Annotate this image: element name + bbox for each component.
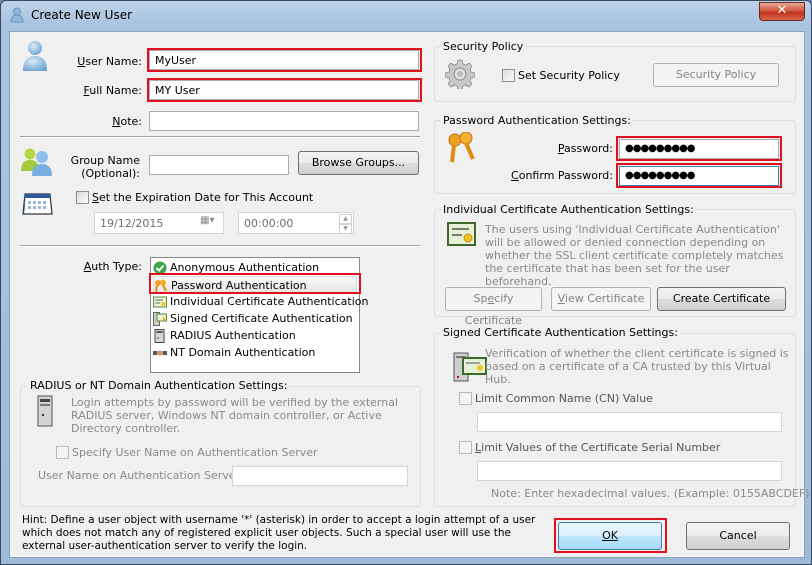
- password-label: Password:: [557, 142, 613, 155]
- cancel-button[interactable]: Cancel: [686, 522, 790, 550]
- ok-highlight: [554, 518, 667, 553]
- group-icon: [21, 148, 52, 176]
- limit-cn-label: Limit Common Name (CN) Value: [475, 392, 653, 405]
- signed-cert-title: Signed Certificate Authentication Settin…: [441, 326, 680, 339]
- set-security-policy-checkbox[interactable]: [502, 69, 515, 82]
- limit-serial-input[interactable]: [477, 461, 782, 481]
- password-auth-highlight: [149, 273, 361, 294]
- keys-icon: [448, 132, 475, 163]
- server-user-name-input[interactable]: [232, 466, 408, 486]
- close-icon: ✕: [776, 3, 788, 18]
- auth-item-signed-cert[interactable]: Signed Certificate Authentication: [153, 310, 357, 327]
- spin-up-icon[interactable]: ▲: [339, 214, 352, 224]
- password-highlight: [616, 136, 782, 161]
- radius-settings-title: RADIUS or NT Domain Authentication Setti…: [28, 379, 290, 392]
- auth-item-radius[interactable]: RADIUS Authentication: [153, 327, 357, 344]
- user-name-label: UUser Name:ser Name:: [77, 55, 142, 68]
- server-certificate-icon: [153, 312, 167, 326]
- time-spinner[interactable]: ▲ ▼: [339, 214, 352, 234]
- create-certificate-button[interactable]: Create Certificate: [657, 287, 786, 311]
- confirm-password-label: Confirm Password:: [511, 169, 613, 182]
- expiration-checkbox[interactable]: [76, 191, 89, 204]
- group-name-input[interactable]: [149, 155, 289, 175]
- user-avatar-icon: [23, 41, 47, 71]
- server-user-name-label: User Name on Authentication Server:: [38, 469, 244, 482]
- user-name-highlight: [147, 48, 422, 72]
- title-bar[interactable]: Create New User ✕: [1, 1, 811, 29]
- signed-cert-description: Verification of whether the client certi…: [485, 347, 789, 386]
- calendar-icon: [22, 193, 53, 215]
- individual-cert-description: The users using 'Individual Certificate …: [485, 223, 784, 288]
- spin-down-icon[interactable]: ▼: [339, 224, 352, 234]
- server-certificate-icon: [453, 352, 487, 382]
- separator: [20, 245, 420, 247]
- auth-item-label: RADIUS Authentication: [170, 329, 296, 342]
- limit-serial-label: Limit Values of the Certificate Serial N…: [475, 441, 721, 454]
- password-settings-title: Password Authentication Settings:: [441, 114, 633, 127]
- specify-user-name-checkbox[interactable]: [56, 446, 69, 459]
- individual-cert-title: Individual Certificate Authentication Se…: [441, 203, 696, 216]
- window-title: Create New User: [31, 8, 133, 22]
- handshake-icon: [153, 350, 167, 356]
- certificate-icon: [153, 296, 167, 308]
- specify-certificate-button[interactable]: Specify Certificate: [445, 287, 542, 327]
- group-name-label-line1: Group Name: [70, 154, 140, 167]
- hint-text: Hint: Define a user object with username…: [22, 514, 536, 552]
- specify-user-name-label: Specify User Name on Authentication Serv…: [72, 446, 318, 459]
- security-policy-title: Security Policy: [441, 40, 526, 53]
- full-name-label: Full Name:: [83, 84, 142, 97]
- server-icon: [154, 329, 165, 343]
- server-icon: [37, 395, 53, 427]
- limit-cn-checkbox[interactable]: [459, 392, 472, 405]
- auth-item-label: NT Domain Authentication: [170, 346, 316, 359]
- view-certificate-button[interactable]: View Certificate: [551, 287, 651, 311]
- set-security-policy-label: Set Security Policy: [518, 69, 620, 82]
- close-button[interactable]: ✕: [759, 2, 805, 21]
- dialog-window: Create New User ✕ UUser Name:ser Name: M…: [0, 0, 812, 565]
- confirm-password-highlight: [616, 163, 782, 188]
- note-input[interactable]: [149, 111, 419, 131]
- auth-type-label: Auth Type:: [83, 260, 142, 273]
- full-name-highlight: [147, 78, 422, 102]
- gear-icon: [445, 59, 475, 89]
- radius-description: Login attempts by password will be verif…: [71, 396, 398, 435]
- dialog-client: UUser Name:ser Name: MyUser Full Name: M…: [9, 31, 810, 558]
- separator: [20, 136, 420, 138]
- auth-item-nt-domain[interactable]: NT Domain Authentication: [153, 344, 357, 361]
- expiration-checkbox-label: Set the Expiration Date for This Account: [92, 191, 314, 204]
- limit-cn-input[interactable]: [477, 412, 782, 432]
- auth-item-label: Signed Certificate Authentication: [170, 312, 353, 325]
- auth-item-individual-cert[interactable]: Individual Certificate Authentication: [153, 293, 368, 310]
- hex-note: Note: Enter hexadecimal values. (Example…: [491, 487, 810, 500]
- group-name-label-line2: (Optional):: [81, 167, 140, 180]
- expiration-time-input[interactable]: 00:00:00: [238, 212, 354, 234]
- note-label: Note:: [112, 115, 142, 128]
- calendar-dropdown-icon[interactable]: ▦▾: [200, 215, 214, 226]
- security-policy-button[interactable]: Security Policy: [653, 63, 779, 87]
- auth-item-label: Individual Certificate Authentication: [170, 295, 369, 308]
- certificate-icon: [447, 222, 476, 246]
- browse-groups-button[interactable]: Browse Groups...: [298, 151, 419, 175]
- limit-serial-checkbox[interactable]: [459, 441, 472, 454]
- user-icon: [10, 7, 24, 23]
